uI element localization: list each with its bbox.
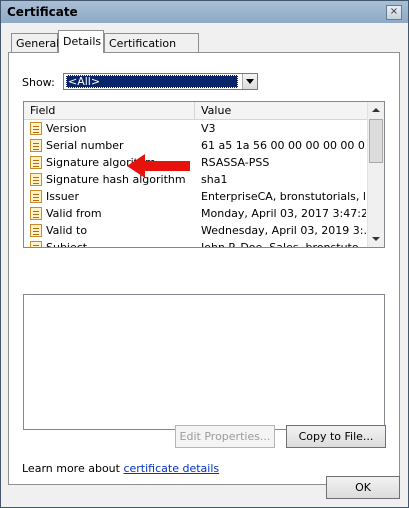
dialog-body: General Details Certification Path Show:…: [1, 23, 408, 507]
learn-more-prefix: Learn more about: [22, 462, 124, 475]
column-header-value[interactable]: Value: [195, 102, 368, 119]
show-dropdown[interactable]: <All>: [63, 73, 258, 90]
field-value: sha1: [201, 173, 228, 186]
field-value: RSASSA-PSS: [201, 156, 270, 169]
field-name: Valid to: [46, 224, 88, 237]
field-value: John P. Doe, Sales, bronstuto...: [201, 241, 366, 248]
list-scrollbar[interactable]: [367, 102, 384, 247]
arrow-icon: [127, 154, 190, 178]
list-item[interactable]: Serial number 61 a5 1a 56 00 00 00 00 00…: [24, 137, 368, 154]
field-name: Valid from: [46, 207, 102, 220]
copy-to-file-button[interactable]: Copy to File...: [286, 425, 386, 448]
column-header-field[interactable]: Field: [24, 102, 195, 119]
scroll-down-icon[interactable]: [368, 231, 384, 247]
tab-general[interactable]: General: [11, 33, 59, 52]
field-name: Issuer: [46, 190, 79, 203]
list-item[interactable]: Signature hash algorithm sha1: [24, 171, 368, 188]
certificate-field-icon: [30, 122, 42, 135]
window-title: Certificate: [7, 5, 78, 19]
ok-button[interactable]: OK: [326, 476, 400, 499]
edit-properties-button[interactable]: Edit Properties...: [175, 425, 275, 448]
list-item[interactable]: Subject John P. Doe, Sales, bronstuto...: [24, 239, 368, 248]
field-detail-box[interactable]: [23, 294, 385, 430]
details-panel: Show: <All> Field Value Version V3 Seria…: [8, 52, 400, 485]
field-value: V3: [201, 122, 216, 135]
field-value: Monday, April 03, 2017 3:47:2...: [201, 207, 366, 220]
field-value: 61 a5 1a 56 00 00 00 00 00 03: [201, 139, 366, 152]
list-rows: Version V3 Serial number 61 a5 1a 56 00 …: [24, 120, 368, 248]
certificate-field-icon: [30, 207, 42, 220]
list-item[interactable]: Valid from Monday, April 03, 2017 3:47:2…: [24, 205, 368, 222]
field-value: Wednesday, April 03, 2019 3:...: [201, 224, 366, 237]
certificate-field-icon: [30, 156, 42, 169]
field-name: Version: [46, 122, 87, 135]
chevron-down-icon[interactable]: [242, 74, 257, 89]
certificate-field-icon: [30, 190, 42, 203]
list-item[interactable]: Version V3: [24, 120, 368, 137]
tab-details[interactable]: Details: [58, 30, 104, 53]
close-button[interactable]: ×: [386, 5, 402, 20]
list-item[interactable]: Valid to Wednesday, April 03, 2019 3:...: [24, 222, 368, 239]
field-name: Serial number: [46, 139, 124, 152]
certificate-field-icon: [30, 224, 42, 237]
list-item[interactable]: Signature algorithm RSASSA-PSS: [24, 154, 368, 171]
scroll-up-icon[interactable]: [368, 102, 384, 118]
scrollbar-thumb[interactable]: [369, 119, 383, 163]
show-label: Show:: [22, 76, 55, 89]
learn-more-text: Learn more about certificate details: [22, 462, 219, 475]
red-arrow-annotation: [127, 154, 190, 178]
show-selected-value[interactable]: <All>: [66, 75, 238, 88]
certificate-field-icon: [30, 139, 42, 152]
title-bar[interactable]: Certificate ×: [1, 1, 408, 23]
certificate-field-icon: [30, 173, 42, 186]
certificate-fields-list[interactable]: Field Value Version V3 Serial number 61 …: [23, 101, 385, 248]
tab-certification-path[interactable]: Certification Path: [104, 33, 199, 69]
certificate-field-icon: [30, 241, 42, 247]
certificate-details-link[interactable]: certificate details: [123, 462, 219, 475]
field-value: EnterpriseCA, bronstutorials, l...: [201, 190, 366, 203]
field-name: Subject: [46, 241, 88, 248]
list-header: Field Value: [24, 102, 368, 120]
list-item[interactable]: Issuer EnterpriseCA, bronstutorials, l..…: [24, 188, 368, 205]
certificate-dialog: Certificate × General Details Certificat…: [0, 0, 409, 508]
